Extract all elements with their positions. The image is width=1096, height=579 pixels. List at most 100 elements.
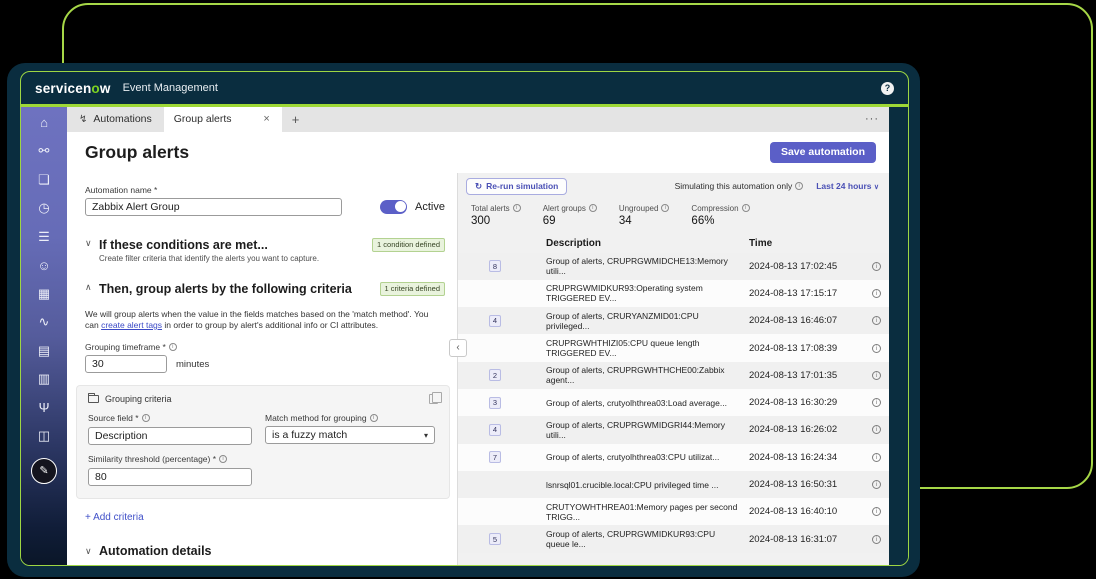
active-toggle[interactable] xyxy=(380,200,408,214)
more-options-icon[interactable]: ··· xyxy=(865,107,879,132)
automation-name-input[interactable] xyxy=(85,198,342,216)
grouping-criteria-header: Grouping criteria xyxy=(88,394,438,404)
table-row[interactable]: 7 Group of alerts, crutyolhthrea03:CPU u… xyxy=(458,444,889,471)
info-icon[interactable] xyxy=(589,204,597,212)
info-icon[interactable] xyxy=(370,414,378,422)
info-icon[interactable] xyxy=(872,535,881,544)
tab-label: Group alerts xyxy=(174,113,232,125)
similarity-threshold-input[interactable] xyxy=(88,468,252,486)
workflow-icon[interactable]: ⚯ xyxy=(35,142,53,160)
criteria-description: We will group alerts when the value in t… xyxy=(85,309,441,332)
stat-value: 69 xyxy=(543,215,597,227)
info-icon[interactable] xyxy=(742,204,750,212)
create-alert-tags-link[interactable]: create alert tags xyxy=(101,320,162,330)
close-tab-icon[interactable]: × xyxy=(261,113,271,125)
table-row[interactable]: 3 Group of alerts, crutyolhthrea03:Load … xyxy=(458,389,889,416)
table-row[interactable]: 4 Group of alerts, CRUPRGWMIDGRI44:Memor… xyxy=(458,416,889,443)
group-count-badge: 3 xyxy=(489,397,501,409)
conditions-count-badge: 1 condition defined xyxy=(372,238,445,252)
info-icon[interactable] xyxy=(872,507,881,516)
alert-description: Group of alerts, crutyolhthrea03:Load av… xyxy=(546,398,749,408)
criteria-fields-row: Source field * Match method for grouping… xyxy=(88,413,438,445)
info-icon[interactable] xyxy=(872,344,881,353)
info-icon[interactable] xyxy=(872,371,881,380)
table-row[interactable]: 4 Group of alerts, CRURYANZMID01:CPU pri… xyxy=(458,307,889,334)
schedule-icon[interactable]: ◷ xyxy=(35,199,53,217)
top-bar: servicenow Event Management ? xyxy=(21,72,908,104)
tab-label: Automations xyxy=(93,113,151,125)
card-list-icon[interactable]: ▥ xyxy=(35,370,53,388)
grouping-timeframe-label: Grouping timeframe * xyxy=(85,342,445,352)
metrics-icon[interactable]: ◫ xyxy=(35,427,53,445)
alert-description: Group of alerts, CRUPRGWMIDKUR93:CPU que… xyxy=(546,529,749,549)
conditions-title[interactable]: If these conditions are met... xyxy=(99,238,268,252)
chevron-up-icon[interactable]: ∧ xyxy=(85,282,99,293)
folder-icon xyxy=(88,395,99,403)
info-icon[interactable] xyxy=(661,204,669,212)
tab-group-alerts[interactable]: Group alerts × xyxy=(164,107,282,132)
match-method-select[interactable]: is a fuzzy match ▾ xyxy=(265,426,435,444)
info-icon[interactable] xyxy=(872,480,881,489)
tab-automations[interactable]: ↯ Automations xyxy=(67,107,164,132)
stat-value: 66% xyxy=(691,215,749,227)
stat-ungrouped: Ungrouped 34 xyxy=(619,204,670,227)
time-range-dropdown[interactable]: Last 24 hours ∨ xyxy=(816,181,879,191)
sidebar: ⌂ ⚯ ❏ ◷ ☰ ☺ ▦ ∿ ▤ ▥ Ψ ◫ ✎ xyxy=(21,107,67,566)
main-content: ↯ Automations Group alerts × + ··· Group… xyxy=(67,107,889,566)
info-icon[interactable] xyxy=(872,262,881,271)
criteria-title[interactable]: Then, group alerts by the following crit… xyxy=(99,282,352,296)
automation-details-header: ∨ Automation details xyxy=(85,544,445,558)
groups-icon[interactable]: ☺ xyxy=(35,256,53,274)
panels: Automation name * Active ∨ If these cond… xyxy=(67,173,889,566)
alert-time: 2024-08-13 16:50:31 xyxy=(749,479,867,490)
copy-icon[interactable] xyxy=(429,394,438,404)
table-row[interactable]: CRUPRGWHTHIZI05:CPU queue length TRIGGER… xyxy=(458,334,889,361)
info-icon[interactable] xyxy=(169,343,177,351)
add-criteria-link[interactable]: + Add criteria xyxy=(85,512,445,523)
help-icon[interactable]: ? xyxy=(881,82,894,95)
alert-time: 2024-08-13 17:08:39 xyxy=(749,343,867,354)
info-icon[interactable] xyxy=(872,398,881,407)
info-icon[interactable] xyxy=(872,289,881,298)
info-icon[interactable] xyxy=(872,316,881,325)
group-count-badge: 5 xyxy=(489,533,501,545)
list-icon[interactable]: ☰ xyxy=(35,228,53,246)
collapse-panel-button[interactable]: ‹ xyxy=(449,339,467,357)
info-icon[interactable] xyxy=(872,425,881,434)
activity-pulse-icon[interactable]: ∿ xyxy=(35,313,53,331)
alert-time: 2024-08-13 16:30:29 xyxy=(749,397,867,408)
tab-strip: ↯ Automations Group alerts × + ··· xyxy=(67,107,889,132)
rerun-simulation-button[interactable]: ↻ Re-run simulation xyxy=(466,178,567,195)
chevron-down-icon[interactable]: ∨ xyxy=(85,546,99,557)
grouping-timeframe-input[interactable] xyxy=(85,355,167,373)
automation-form-panel: Automation name * Active ∨ If these cond… xyxy=(67,173,458,566)
table-row[interactable]: 8 Group of alerts, CRUPRGWMIDCHE13:Memor… xyxy=(458,253,889,280)
info-icon[interactable] xyxy=(142,414,150,422)
info-icon[interactable] xyxy=(513,204,521,212)
new-tab-button[interactable]: + xyxy=(282,107,310,132)
table-row[interactable]: CRUTYOWHTHREA01:Memory pages per second … xyxy=(458,498,889,525)
source-field-input[interactable] xyxy=(88,427,252,445)
table-row[interactable]: 2 Group of alerts, CRUPRGWHTHCHE00:Zabbi… xyxy=(458,362,889,389)
home-icon[interactable]: ⌂ xyxy=(35,114,53,132)
save-automation-button[interactable]: Save automation xyxy=(770,142,876,163)
table-row[interactable]: lsnrsql01.crucible.local:CPU privileged … xyxy=(458,471,889,498)
table-row[interactable]: CRUPRGWMIDKUR93:Operating system TRIGGER… xyxy=(458,280,889,307)
dashboard-grid-icon[interactable]: ▦ xyxy=(35,285,53,303)
report-icon[interactable]: ▤ xyxy=(35,342,53,360)
alert-description: Group of alerts, CRUPRGWMIDGRI44:Memory … xyxy=(546,420,749,440)
automation-details-title[interactable]: Automation details xyxy=(99,544,212,558)
edit-pencil-fab[interactable]: ✎ xyxy=(31,458,57,484)
table-row[interactable]: 5 Group of alerts, CRUPRGWMIDKUR93:CPU q… xyxy=(458,525,889,552)
info-icon[interactable] xyxy=(872,453,881,462)
info-icon[interactable] xyxy=(219,455,227,463)
chevron-down-icon[interactable]: ∨ xyxy=(85,238,99,249)
automations-icon: ↯ xyxy=(79,114,87,125)
info-icon[interactable] xyxy=(795,182,803,190)
branch-icon[interactable]: Ψ xyxy=(35,399,53,417)
servicenow-logo: servicenow xyxy=(35,81,111,96)
similarity-threshold-label: Similarity threshold (percentage) * xyxy=(88,454,252,464)
match-method-label: Match method for grouping xyxy=(265,413,435,423)
tasks-icon[interactable]: ❏ xyxy=(35,171,53,189)
alert-description: CRUPRGWHTHIZI05:CPU queue length TRIGGER… xyxy=(546,338,749,358)
